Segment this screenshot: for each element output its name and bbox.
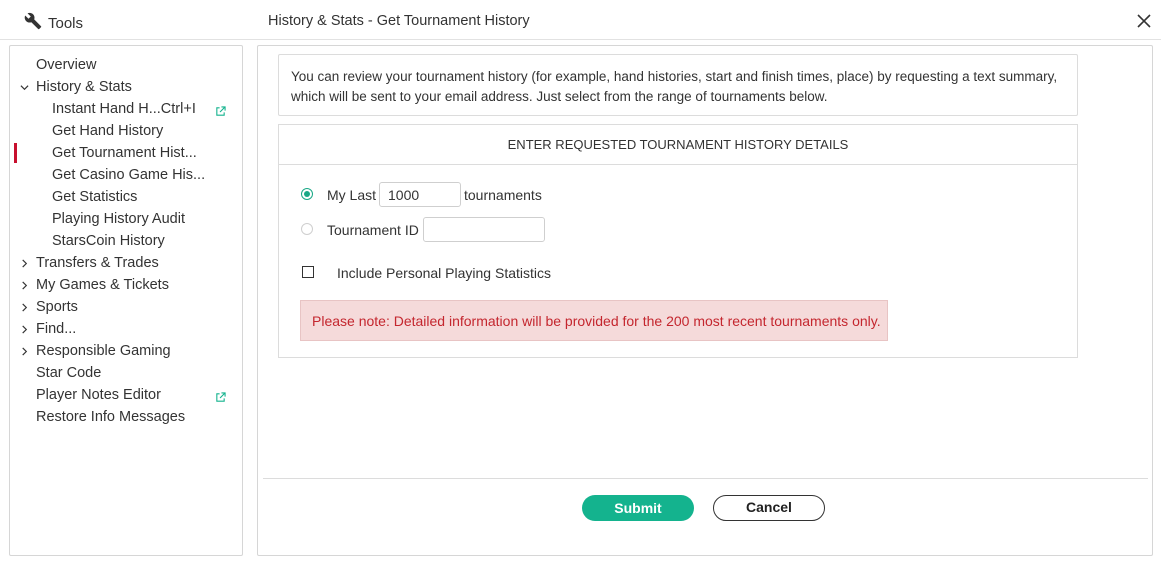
tournament-id-radio[interactable] — [301, 223, 313, 235]
include-stats-checkbox[interactable] — [302, 266, 314, 278]
chevron-right-icon[interactable] — [18, 296, 30, 318]
sidebar-item-label: Instant Hand H...Ctrl+I — [52, 101, 196, 117]
sidebar-item-label: Playing History Audit — [52, 211, 185, 227]
sidebar-item-restore-info-messages[interactable]: Restore Info Messages — [36, 406, 185, 428]
form-header: ENTER REQUESTED TOURNAMENT HISTORY DETAI… — [279, 125, 1077, 165]
sidebar-item-label: StarsCoin History — [52, 233, 165, 249]
tools-label: Tools — [48, 14, 84, 32]
sidebar-item-label: Restore Info Messages — [36, 409, 186, 425]
sidebar-item-transfers-trades[interactable]: Transfers & Trades — [21, 252, 159, 274]
wrench-icon — [24, 12, 42, 34]
sidebar-item-label: History & Stats — [36, 79, 132, 95]
chevron-right-icon[interactable] — [18, 318, 30, 340]
notice-banner: Please note: Detailed information will b… — [300, 300, 888, 341]
footer-divider — [263, 478, 1148, 479]
sidebar-item-player-notes-editor[interactable]: Player Notes Editor — [36, 384, 161, 406]
sidebar-item-instant-hand-history[interactable]: Instant Hand H...Ctrl+I — [52, 98, 196, 120]
tournament-id-label: Tournament ID — [327, 222, 419, 238]
window-title: History & Stats - Get Tournament History — [268, 13, 530, 29]
sidebar-item-find[interactable]: Find... — [21, 318, 77, 340]
sidebar-item-get-casino-game-history[interactable]: Get Casino Game His... — [52, 164, 205, 186]
sidebar-item-star-code[interactable]: Star Code — [36, 362, 101, 384]
chevron-right-icon[interactable] — [18, 274, 30, 296]
my-last-label: My Last — [327, 187, 377, 203]
sidebar-item-label: My Games & Tickets — [36, 277, 169, 293]
sidebar-item-label: Responsible Gaming — [36, 343, 171, 359]
tools-menu[interactable]: Tools — [24, 12, 83, 34]
sidebar-item-label: Get Hand History — [52, 123, 164, 139]
sidebar-item-playing-history-audit[interactable]: Playing History Audit — [52, 208, 185, 230]
tournaments-label: tournaments — [464, 187, 542, 203]
close-icon[interactable] — [1136, 13, 1152, 29]
sidebar-item-label: Player Notes Editor — [36, 387, 161, 403]
sidebar-item-label: Transfers & Trades — [36, 255, 159, 271]
info-text: You can review your tournament history (… — [291, 69, 1058, 104]
include-stats-label: Include Personal Playing Statistics — [337, 265, 551, 281]
sidebar-item-responsible-gaming[interactable]: Responsible Gaming — [21, 340, 171, 362]
info-box: You can review your tournament history (… — [278, 54, 1078, 116]
notice-text: Please note: Detailed information will b… — [312, 313, 881, 329]
chevron-right-icon[interactable] — [18, 340, 30, 362]
sidebar-item-overview[interactable]: Overview — [36, 54, 96, 76]
sidebar-item-get-statistics[interactable]: Get Statistics — [52, 186, 137, 208]
sidebar-item-label: Get Statistics — [52, 189, 138, 205]
sidebar-item-sports[interactable]: Sports — [21, 296, 78, 318]
title-bar: Tools History & Stats - Get Tournament H… — [0, 0, 1161, 40]
sidebar-item-label: Overview — [36, 57, 97, 73]
chevron-right-icon[interactable] — [18, 252, 30, 274]
sidebar-item-label: Find... — [36, 321, 77, 337]
my-last-radio[interactable] — [301, 188, 313, 200]
external-link-icon — [215, 104, 226, 116]
sidebar-item-label: Sports — [36, 299, 78, 315]
my-last-count-input[interactable] — [379, 182, 461, 207]
chevron-down-icon[interactable] — [18, 76, 30, 98]
sidebar-item-get-tournament-history[interactable]: Get Tournament Hist... — [52, 142, 197, 164]
sidebar-item-label: Star Code — [36, 365, 102, 381]
active-item-marker — [14, 143, 17, 163]
sidebar-item-starscoin-history[interactable]: StarsCoin History — [52, 230, 165, 252]
sidebar-item-my-games-tickets[interactable]: My Games & Tickets — [21, 274, 169, 296]
sidebar-item-label: Get Tournament Hist... — [52, 145, 197, 161]
submit-button[interactable]: Submit — [582, 495, 694, 521]
external-link-icon — [215, 390, 226, 402]
cancel-button[interactable]: Cancel — [713, 495, 825, 521]
sidebar-item-label: Get Casino Game His... — [52, 167, 206, 183]
sidebar-item-get-hand-history[interactable]: Get Hand History — [52, 120, 163, 142]
tournament-id-input[interactable] — [423, 217, 545, 242]
sidebar-item-history-stats[interactable]: History & Stats — [19, 76, 132, 98]
